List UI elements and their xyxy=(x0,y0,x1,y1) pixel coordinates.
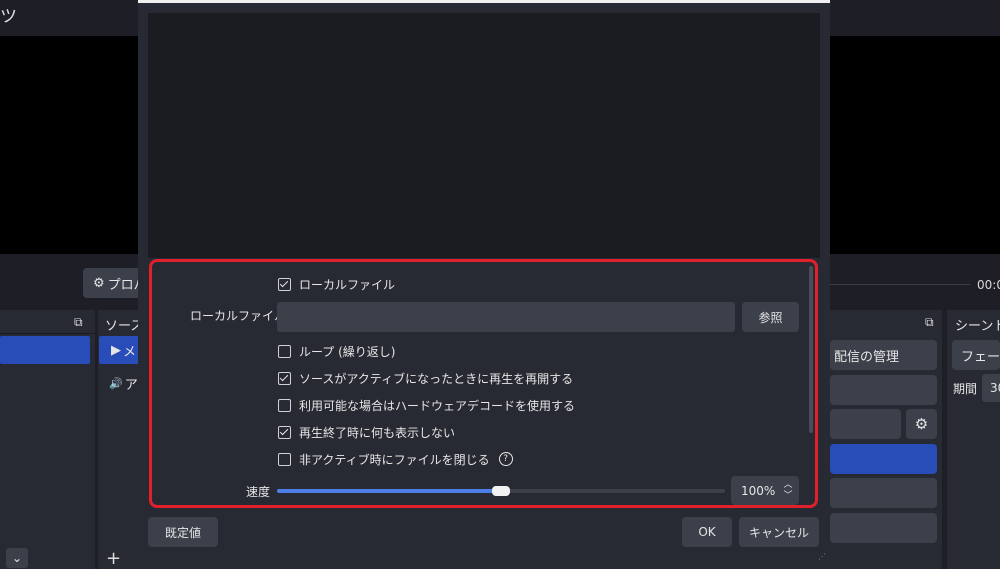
ok-button[interactable]: OK xyxy=(682,517,732,547)
manage-broadcast-label: 配信の管理 xyxy=(834,349,900,365)
timeline-bar xyxy=(830,284,970,285)
settings-button[interactable] xyxy=(830,478,937,508)
program-preview-left xyxy=(0,36,138,254)
speaker-icon: 🔊 xyxy=(109,376,123,390)
time-readout: 00:0 xyxy=(977,278,1000,292)
duration-label: 期間 xyxy=(953,382,978,396)
properties-button[interactable]: ⚙ プロパ xyxy=(83,268,143,298)
source-preview-area xyxy=(148,13,820,258)
undock-icon[interactable]: ⧉ xyxy=(925,315,939,329)
virtual-camera-settings-button[interactable]: ⚙ xyxy=(906,409,937,439)
dialog-top-edge xyxy=(138,0,830,3)
highlight-annotation-box xyxy=(149,259,818,508)
gear-icon: ⚙ xyxy=(93,275,105,291)
defaults-button[interactable]: 既定値 xyxy=(148,517,218,547)
start-recording-button[interactable] xyxy=(830,375,937,405)
exit-button[interactable] xyxy=(830,513,937,543)
window-title-fragment: ツ xyxy=(0,7,17,27)
resize-grip-icon[interactable]: ⋰ xyxy=(818,552,828,562)
transition-type-select[interactable]: フェード xyxy=(952,340,1000,370)
virtual-camera-button[interactable] xyxy=(830,409,901,439)
cancel-button[interactable]: キャンセル xyxy=(739,517,819,547)
transitions-dock-title: シーントラ xyxy=(955,319,1000,334)
source-item-media[interactable]: ▶ メ xyxy=(99,336,140,364)
add-source-icon[interactable]: + xyxy=(106,548,121,569)
source-item-label: メ xyxy=(123,344,137,360)
play-icon: ▶ xyxy=(111,342,121,358)
chevron-down-icon[interactable]: ⌄ xyxy=(6,548,28,568)
program-preview-right xyxy=(830,36,1000,254)
studio-mode-button[interactable] xyxy=(830,444,937,474)
gear-icon: ⚙ xyxy=(914,415,929,433)
manage-broadcast-button[interactable]: 配信の管理 xyxy=(830,340,937,370)
scene-item-selected[interactable] xyxy=(0,336,90,364)
source-item-label: ア xyxy=(124,377,138,393)
undock-icon[interactable]: ⧉ xyxy=(74,315,88,329)
duration-input[interactable]: 30 xyxy=(982,374,1000,402)
source-item-audio[interactable]: 🔊 ア xyxy=(99,370,140,396)
